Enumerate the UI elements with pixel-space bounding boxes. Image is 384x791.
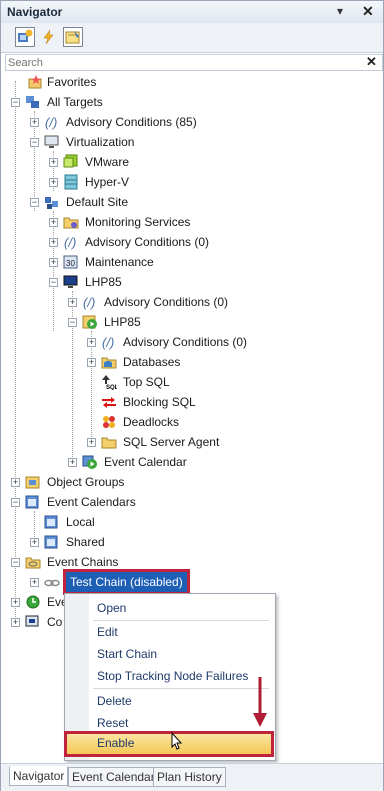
svg-text:(/): (/) <box>102 335 114 350</box>
advisory-conditions-icon: (/) <box>83 295 95 310</box>
collapse-icon[interactable]: − <box>11 98 20 107</box>
menu-separator <box>93 620 269 621</box>
folder-gear-icon <box>63 217 79 229</box>
expand-icon[interactable]: + <box>11 478 20 487</box>
pin-menu-icon[interactable]: ▾ <box>337 4 343 18</box>
collapse-icon[interactable]: − <box>11 498 20 507</box>
tab-event-calendar[interactable]: Event Calendar <box>68 767 159 787</box>
menu-item-edit[interactable]: Edit <box>97 622 118 642</box>
expand-icon[interactable]: + <box>49 218 58 227</box>
calendar-icon <box>44 535 58 549</box>
annotation-arrow-icon <box>253 677 267 727</box>
databases-icon <box>101 357 117 369</box>
tab-plan-history[interactable]: Plan History <box>153 767 226 787</box>
event-calendar-button[interactable] <box>63 27 83 47</box>
menu-item-delete[interactable]: Delete <box>97 691 132 711</box>
connections-icon <box>25 615 39 627</box>
lightning-icon <box>43 29 54 45</box>
top-sql-icon: SQL <box>102 375 117 390</box>
event-history-icon <box>26 595 40 609</box>
object-groups-icon <box>25 476 40 489</box>
expand-icon[interactable]: + <box>87 338 96 347</box>
expand-icon[interactable]: + <box>49 238 58 247</box>
toolbar <box>1 23 383 53</box>
maintenance-icon: 30 <box>63 255 78 269</box>
server-icon <box>63 275 78 288</box>
svg-text:30: 30 <box>66 259 75 268</box>
virtualization-icon <box>44 135 59 148</box>
collapse-icon[interactable]: − <box>68 318 77 327</box>
event-calendar-icon <box>82 455 97 469</box>
title-bar: Navigator ▾ ✕ <box>1 1 383 24</box>
event-calendar-icon <box>65 31 80 44</box>
menu-separator <box>93 688 269 689</box>
all-targets-icon <box>26 96 39 108</box>
add-target-icon <box>18 29 33 42</box>
expand-icon[interactable]: + <box>49 178 58 187</box>
collapse-icon[interactable]: − <box>11 558 20 567</box>
deadlocks-icon <box>103 416 115 428</box>
menu-item-enable[interactable]: Enable <box>64 731 274 757</box>
menu-item-reset[interactable]: Reset <box>97 713 128 733</box>
svg-text:(/): (/) <box>64 235 76 250</box>
calendar-icon <box>44 515 58 529</box>
advisory-conditions-icon: (/) <box>102 335 114 350</box>
favorites-icon <box>28 75 42 89</box>
advisory-conditions-icon: (/) <box>64 235 76 250</box>
context-menu: Open Edit Start Chain Stop Tracking Node… <box>64 593 276 761</box>
calendar-group-icon <box>25 495 39 509</box>
expand-icon[interactable]: + <box>87 438 96 447</box>
menu-item-stop-tracking-node-failures[interactable]: Stop Tracking Node Failures <box>97 666 248 686</box>
vmware-icon <box>63 154 78 168</box>
expand-icon[interactable]: + <box>11 598 20 607</box>
collapse-icon[interactable]: − <box>49 278 58 287</box>
menu-item-enable-label: Enable <box>97 736 135 750</box>
quick-action-button[interactable] <box>39 27 59 47</box>
collapse-icon[interactable]: − <box>30 198 39 207</box>
clear-search-icon[interactable]: ✕ <box>366 54 377 70</box>
expand-icon[interactable]: + <box>30 118 39 127</box>
site-icon <box>45 197 58 209</box>
expand-icon[interactable]: + <box>68 298 77 307</box>
folder-chain-icon <box>25 557 41 569</box>
advisory-conditions-icon: (/) <box>45 115 57 130</box>
navigator-panel: Navigator ▾ ✕ ✕ <box>0 0 384 791</box>
menu-item-start-chain[interactable]: Start Chain <box>97 644 157 664</box>
expand-icon[interactable]: + <box>30 538 39 547</box>
collapse-icon[interactable]: − <box>30 138 39 147</box>
tab-navigator[interactable]: Navigator <box>9 766 69 786</box>
sql-instance-icon <box>82 315 97 329</box>
expand-icon[interactable]: + <box>49 158 58 167</box>
add-target-button[interactable] <box>15 27 35 47</box>
svg-text:(/): (/) <box>83 295 95 310</box>
bottom-tab-strip: Navigator Event Calendar Plan History <box>1 763 383 791</box>
menu-item-open[interactable]: Open <box>97 598 126 618</box>
folder-icon <box>101 437 117 449</box>
panel-title: Navigator <box>7 5 63 19</box>
hyper-v-icon <box>64 174 78 190</box>
svg-text:(/): (/) <box>45 115 57 130</box>
expand-icon[interactable]: + <box>30 578 39 587</box>
expand-icon[interactable]: + <box>68 458 77 467</box>
svg-text:SQL: SQL <box>106 385 117 390</box>
expand-icon[interactable]: + <box>87 358 96 367</box>
close-icon[interactable]: ✕ <box>362 3 374 20</box>
expand-icon[interactable]: + <box>49 258 58 267</box>
blocking-sql-icon <box>102 397 116 408</box>
search-input[interactable] <box>8 55 348 70</box>
mouse-cursor-icon <box>171 732 183 750</box>
expand-icon[interactable]: + <box>11 618 20 627</box>
chain-icon <box>44 579 60 587</box>
search-box: ✕ <box>5 54 383 71</box>
